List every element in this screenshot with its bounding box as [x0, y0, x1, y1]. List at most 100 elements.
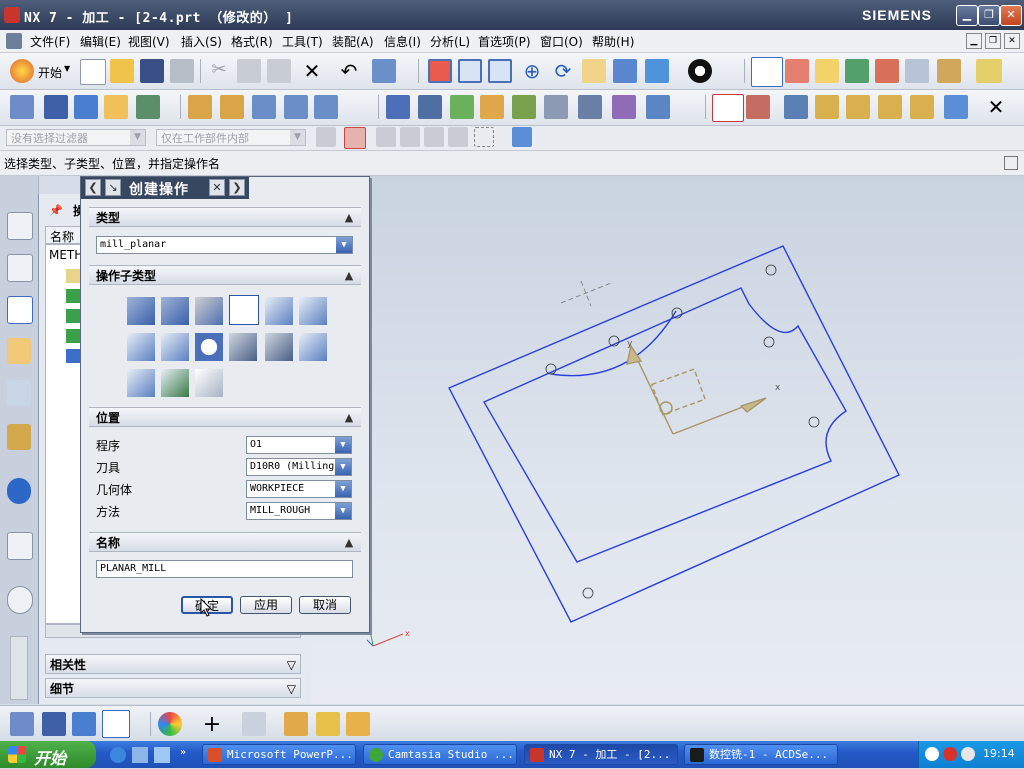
menu-view[interactable]: 视图(V) — [128, 33, 170, 50]
shop-docs-icon[interactable] — [578, 95, 602, 119]
method-select[interactable]: MILL_ROUGH ▼ — [246, 502, 352, 520]
show-hide-icon[interactable] — [512, 127, 532, 147]
info-icon[interactable] — [7, 478, 31, 504]
tool-select[interactable]: D10R0 (Milling ▼ — [246, 458, 352, 476]
shop-doc-icon[interactable] — [937, 59, 961, 83]
measure-icon[interactable] — [976, 59, 1002, 83]
reuse-library-icon[interactable] — [7, 424, 31, 450]
plane-icon[interactable] — [242, 712, 266, 736]
postprocess-icon[interactable] — [905, 59, 929, 83]
open-folder-icon[interactable] — [110, 59, 134, 83]
engage-icon[interactable] — [878, 95, 902, 119]
snap-end-icon[interactable] — [376, 127, 396, 147]
dialog-reset-icon[interactable]: ↘ — [105, 179, 121, 196]
restore-button[interactable]: ❐ — [978, 5, 1000, 26]
graphics-window[interactable]: x y x — [311, 176, 1024, 704]
machining-method-view-icon[interactable] — [104, 95, 128, 119]
machine-navigator-icon[interactable] — [7, 338, 31, 364]
start-icon[interactable] — [10, 59, 34, 83]
tree-node-icon[interactable] — [66, 309, 80, 323]
menu-edit[interactable]: 编辑(E) — [80, 33, 121, 50]
mill-control-icon[interactable] — [127, 369, 155, 397]
tree-node-icon[interactable] — [66, 289, 80, 303]
tray-volume-icon[interactable] — [961, 747, 975, 761]
tree-node-icon[interactable] — [66, 329, 80, 343]
edit-object-icon[interactable] — [188, 95, 212, 119]
snap-intersect-icon[interactable] — [448, 127, 468, 147]
name-section-header[interactable]: 名称 ▲ — [89, 532, 361, 552]
menu-format[interactable]: 格式(R) — [231, 33, 273, 50]
ie-quicklaunch-icon[interactable] — [110, 747, 126, 763]
menu-window[interactable]: 窗口(O) — [540, 33, 583, 50]
method-view-icon[interactable] — [102, 710, 130, 738]
verify-toolpath-icon[interactable] — [875, 59, 899, 83]
task-camtasia[interactable]: Camtasia Studio ... — [363, 744, 517, 765]
tree-node-icon[interactable] — [66, 349, 80, 363]
menu-tools[interactable]: 工具(T) — [282, 33, 323, 50]
start-dropdown-icon[interactable]: ▼ — [64, 64, 70, 73]
undo-icon[interactable]: ↶ — [337, 59, 361, 83]
fit-view-icon[interactable] — [428, 59, 452, 83]
media-quicklaunch-icon[interactable] — [154, 747, 170, 763]
snap-mid-icon[interactable] — [400, 127, 420, 147]
geometry-view-icon[interactable] — [72, 712, 96, 736]
point-icon[interactable]: + — [200, 712, 224, 737]
zoom-window-icon[interactable] — [458, 59, 482, 83]
doc-minimize-button[interactable]: ▁ — [966, 33, 982, 49]
pan-icon[interactable] — [582, 59, 606, 83]
cut-object-icon[interactable] — [220, 95, 244, 119]
dialog-back-icon[interactable]: ❮ — [85, 179, 101, 196]
face-milling-manual-icon[interactable] — [195, 297, 223, 325]
tool-view-icon[interactable] — [42, 712, 66, 736]
save-icon[interactable] — [140, 59, 164, 83]
delete-object-icon[interactable] — [314, 95, 338, 119]
type-select[interactable]: mill_planar ▼ — [96, 236, 353, 254]
start-button[interactable]: 开始 — [0, 741, 96, 768]
cutter-comp-icon[interactable] — [815, 95, 839, 119]
cut-icon[interactable]: ✂ — [207, 59, 231, 83]
paste-icon[interactable] — [267, 59, 291, 83]
tray-record-icon[interactable] — [943, 747, 957, 761]
finish-floor-icon[interactable] — [161, 333, 189, 361]
verify-icon[interactable] — [480, 95, 504, 119]
menu-analysis[interactable]: 分析(L) — [430, 33, 470, 50]
datum-csys-icon[interactable] — [284, 712, 308, 736]
list-toolpath-icon[interactable] — [450, 95, 474, 119]
wcs-icon[interactable] — [751, 57, 783, 87]
doc-restore-button[interactable]: ❐ — [985, 33, 1001, 49]
machine-tool-view-icon[interactable] — [44, 95, 68, 119]
replay-toolpath-icon[interactable] — [845, 59, 869, 83]
geometry-view-icon[interactable] — [74, 95, 98, 119]
assembly-navigator-icon[interactable] — [7, 212, 33, 240]
generate-toolpath-icon[interactable] — [815, 59, 839, 83]
minimize-button[interactable]: ▁ — [956, 5, 978, 26]
probing-icon[interactable] — [195, 369, 223, 397]
program-view-icon[interactable] — [10, 712, 34, 736]
pin-icon[interactable]: 📌 — [49, 204, 63, 217]
groove-milling-icon[interactable] — [195, 333, 223, 361]
dependencies-section[interactable]: 相关性 ▽ — [45, 654, 301, 674]
task-acdsee[interactable]: 数控铣-1 - ACDSe... — [684, 744, 838, 765]
apply-button[interactable]: 应用 — [240, 596, 292, 614]
filter-option-icon[interactable] — [316, 127, 336, 147]
color-palette-icon[interactable] — [158, 712, 182, 736]
history-icon[interactable] — [7, 586, 33, 614]
location-section-header[interactable]: 位置 ▲ — [89, 407, 361, 427]
retract-icon[interactable] — [910, 95, 934, 119]
replay-icon[interactable] — [418, 95, 442, 119]
cue-line-toggle-icon[interactable] — [1004, 156, 1018, 170]
selection-scope-combo[interactable]: 仅在工作部件内部 ▼ — [156, 129, 306, 146]
tray-arrow-icon[interactable] — [925, 747, 939, 761]
navigator-vscrollbar[interactable] — [10, 636, 28, 700]
finish-walls-icon[interactable] — [127, 333, 155, 361]
snap-point-icon[interactable] — [344, 127, 366, 149]
selection-filter-combo[interactable]: 没有选择过滤器 ▼ — [6, 129, 146, 146]
new-file-icon[interactable] — [80, 59, 106, 85]
planar-profile-icon[interactable] — [265, 297, 293, 325]
face-milling-icon[interactable] — [161, 297, 189, 325]
doc-close-button[interactable]: ✕ — [1004, 33, 1020, 49]
paste-object-icon[interactable] — [284, 95, 308, 119]
start-menu-label[interactable]: 开始 — [38, 64, 62, 81]
rotate-icon[interactable]: ⟳ — [551, 59, 575, 83]
dialog-close-icon[interactable]: ✕ — [209, 179, 225, 196]
